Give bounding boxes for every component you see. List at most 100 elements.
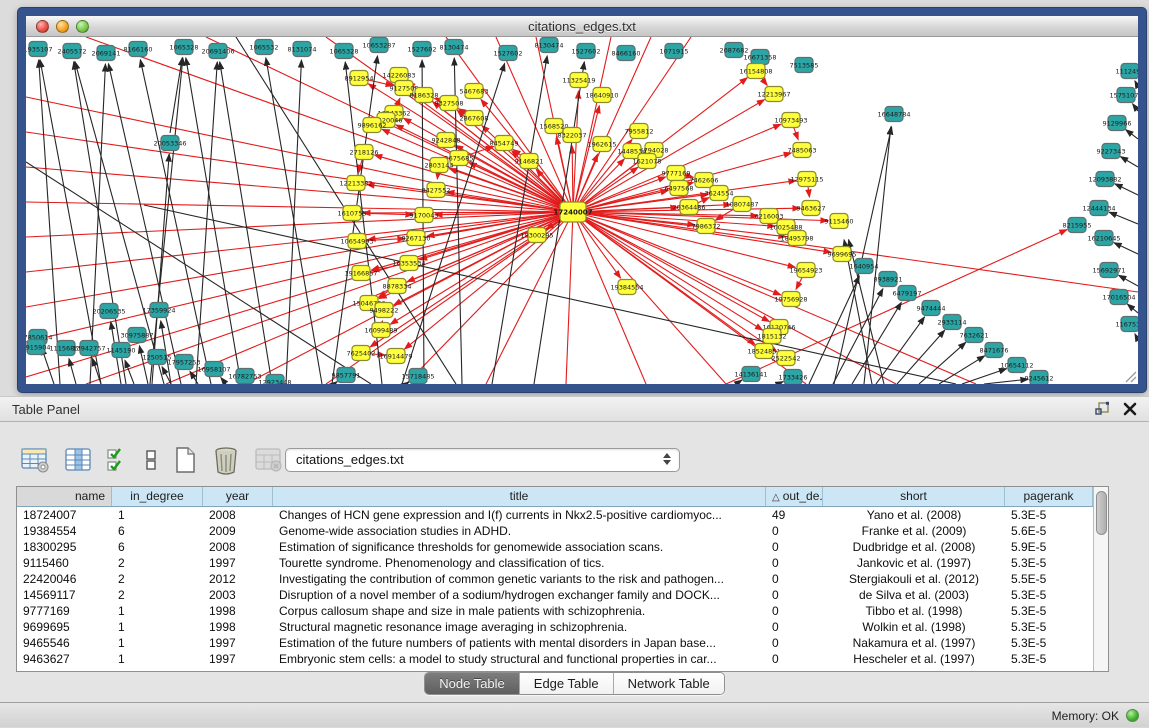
table-cell[interactable]: Structural magnetic resonance image aver… (273, 619, 766, 635)
network-node[interactable]: 10654112 (1000, 358, 1033, 373)
network-edge[interactable] (573, 212, 726, 384)
table-cell[interactable]: 49 (766, 507, 823, 523)
table-cell[interactable]: 5.3E-5 (1005, 555, 1093, 571)
table-cell[interactable]: 14569117 (17, 587, 112, 603)
table-cell[interactable]: 18724007 (17, 507, 112, 523)
network-edge[interactable] (286, 60, 301, 384)
network-node[interactable]: 6479197 (893, 286, 922, 301)
network-node[interactable]: 15751074 (1109, 88, 1138, 103)
network-node[interactable]: 1527602 (494, 46, 523, 61)
network-edge[interactable] (573, 212, 777, 352)
network-edge[interactable] (573, 212, 763, 330)
network-edge[interactable] (809, 276, 859, 384)
table-cell[interactable]: Tibbo et al. (1998) (823, 603, 1005, 619)
table-cell[interactable]: 5.9E-5 (1005, 539, 1093, 555)
table-cell[interactable]: Changes of HCN gene expression and I(f) … (273, 507, 766, 523)
network-node[interactable]: 13942757 (72, 341, 105, 356)
network-edge[interactable] (984, 379, 1028, 384)
table-cell[interactable]: 9115460 (17, 555, 112, 571)
table-cell[interactable]: 1 (112, 619, 203, 635)
network-node[interactable]: 9267130 (402, 231, 431, 246)
table-cell[interactable]: Dudbridge et al. (2008) (823, 539, 1005, 555)
network-node[interactable]: 19166857 (344, 266, 377, 281)
network-node[interactable]: 7485063 (788, 143, 817, 158)
network-edge[interactable] (852, 302, 901, 384)
network-node[interactable]: 11325419 (562, 73, 595, 88)
table-cell[interactable]: 5.3E-5 (1005, 619, 1093, 635)
network-node[interactable]: 9474444 (917, 301, 946, 316)
table-cell[interactable]: 22420046 (17, 571, 112, 587)
network-window-titlebar[interactable]: citations_edges.txt (26, 16, 1138, 37)
network-edge[interactable] (368, 84, 573, 212)
table-cell[interactable]: 0 (766, 555, 823, 571)
table-cell[interactable]: Hescheler et al. (1997) (823, 651, 1005, 667)
table-cell[interactable]: 1 (112, 635, 203, 651)
table-source-dropdown[interactable]: citations_edges.txt (285, 448, 680, 472)
network-node[interactable]: 12213382 (339, 176, 372, 191)
network-edge[interactable] (125, 360, 134, 384)
network-node[interactable]: 8938921 (874, 272, 903, 287)
network-node[interactable]: 1112496 (1116, 64, 1138, 79)
network-edge[interactable] (26, 212, 573, 342)
table-cell[interactable]: 18300295 (17, 539, 112, 555)
network-node[interactable]: 17016504 (1102, 290, 1135, 305)
network-node[interactable]: 7955812 (625, 124, 654, 139)
column-header-title[interactable]: title (273, 487, 766, 506)
network-node[interactable]: 9245612 (1025, 371, 1054, 385)
table-cell[interactable]: 2008 (203, 539, 273, 555)
network-node[interactable]: 8454749 (490, 136, 519, 151)
network-node[interactable]: 2933114 (938, 315, 967, 330)
network-edge[interactable] (573, 212, 769, 322)
network-node[interactable]: 12213967 (757, 87, 790, 102)
network-edge[interactable] (962, 369, 1007, 384)
table-cell[interactable]: 0 (766, 635, 823, 651)
column-header-year[interactable]: year (203, 487, 273, 506)
table-cell[interactable]: 2003 (203, 587, 273, 603)
network-node[interactable]: 19756928 (774, 292, 807, 307)
delete-trash-icon[interactable] (212, 445, 240, 475)
table-cell[interactable]: Franke et al. (2009) (823, 523, 1005, 539)
network-node[interactable]: 16154808 (739, 64, 772, 79)
network-node[interactable]: 1527602 (572, 44, 601, 59)
network-edge[interactable] (833, 289, 883, 384)
network-node[interactable]: 9115460 (825, 214, 854, 229)
memory-status-icon[interactable] (1126, 709, 1139, 722)
table-cell[interactable]: Investigating the contribution of common… (273, 571, 766, 587)
network-node[interactable]: 5467683 (460, 84, 489, 99)
network-node[interactable]: 16099489 (364, 323, 397, 338)
network-node[interactable]: 1527602 (408, 42, 437, 57)
table-cell[interactable]: 2008 (203, 507, 273, 523)
table-row[interactable]: 1830029562008Estimation of significance … (17, 539, 1093, 555)
table-cell[interactable]: 0 (766, 523, 823, 539)
network-node[interactable]: 1065328 (330, 44, 359, 59)
table-cell[interactable]: 19384554 (17, 523, 112, 539)
network-node[interactable]: 9327508 (435, 96, 464, 111)
network-edge[interactable] (1133, 104, 1138, 111)
table-cell[interactable]: 9465546 (17, 635, 112, 651)
table-row[interactable]: 1456911722003Disruption of a novel membe… (17, 587, 1093, 603)
network-node[interactable]: 20691406 (201, 44, 234, 59)
network-edge[interactable] (74, 62, 126, 384)
table-row[interactable]: 1872400712008Changes of HCN gene express… (17, 507, 1093, 523)
column-header-out_de[interactable]: △out_de... (766, 487, 823, 506)
table-cell[interactable]: Jankovic et al. (1997) (823, 555, 1005, 571)
network-canvas-area[interactable]: 1935107240557220691418166160106532820691… (26, 37, 1138, 384)
table-cell[interactable]: 1997 (203, 635, 273, 651)
table-cell[interactable]: 5.3E-5 (1005, 587, 1093, 603)
table-row[interactable]: 911546021997Tourette syndrome. Phenomeno… (17, 555, 1093, 571)
network-node[interactable]: 9129966 (1103, 116, 1132, 131)
table-mode-icon[interactable] (20, 446, 50, 474)
column-header-name[interactable]: name (17, 487, 112, 506)
network-node[interactable]: 9227343 (1097, 144, 1126, 159)
network-edge[interactable] (334, 382, 337, 384)
table-cell[interactable]: 6 (112, 523, 203, 539)
network-edge[interactable] (1114, 243, 1138, 254)
table-row[interactable]: 946362711997Embryonic stem cells: a mode… (17, 651, 1093, 667)
table-vertical-scrollbar[interactable] (1093, 487, 1108, 671)
table-cell[interactable]: Stergiakouli et al. (2012) (823, 571, 1005, 587)
table-row[interactable]: 977716911998Corpus callosum shape and si… (17, 603, 1093, 619)
table-cell[interactable]: 5.3E-5 (1005, 507, 1093, 523)
network-edge[interactable] (573, 212, 646, 384)
network-node[interactable]: 17957253 (167, 355, 200, 370)
table-cell[interactable]: 5.3E-5 (1005, 651, 1093, 667)
